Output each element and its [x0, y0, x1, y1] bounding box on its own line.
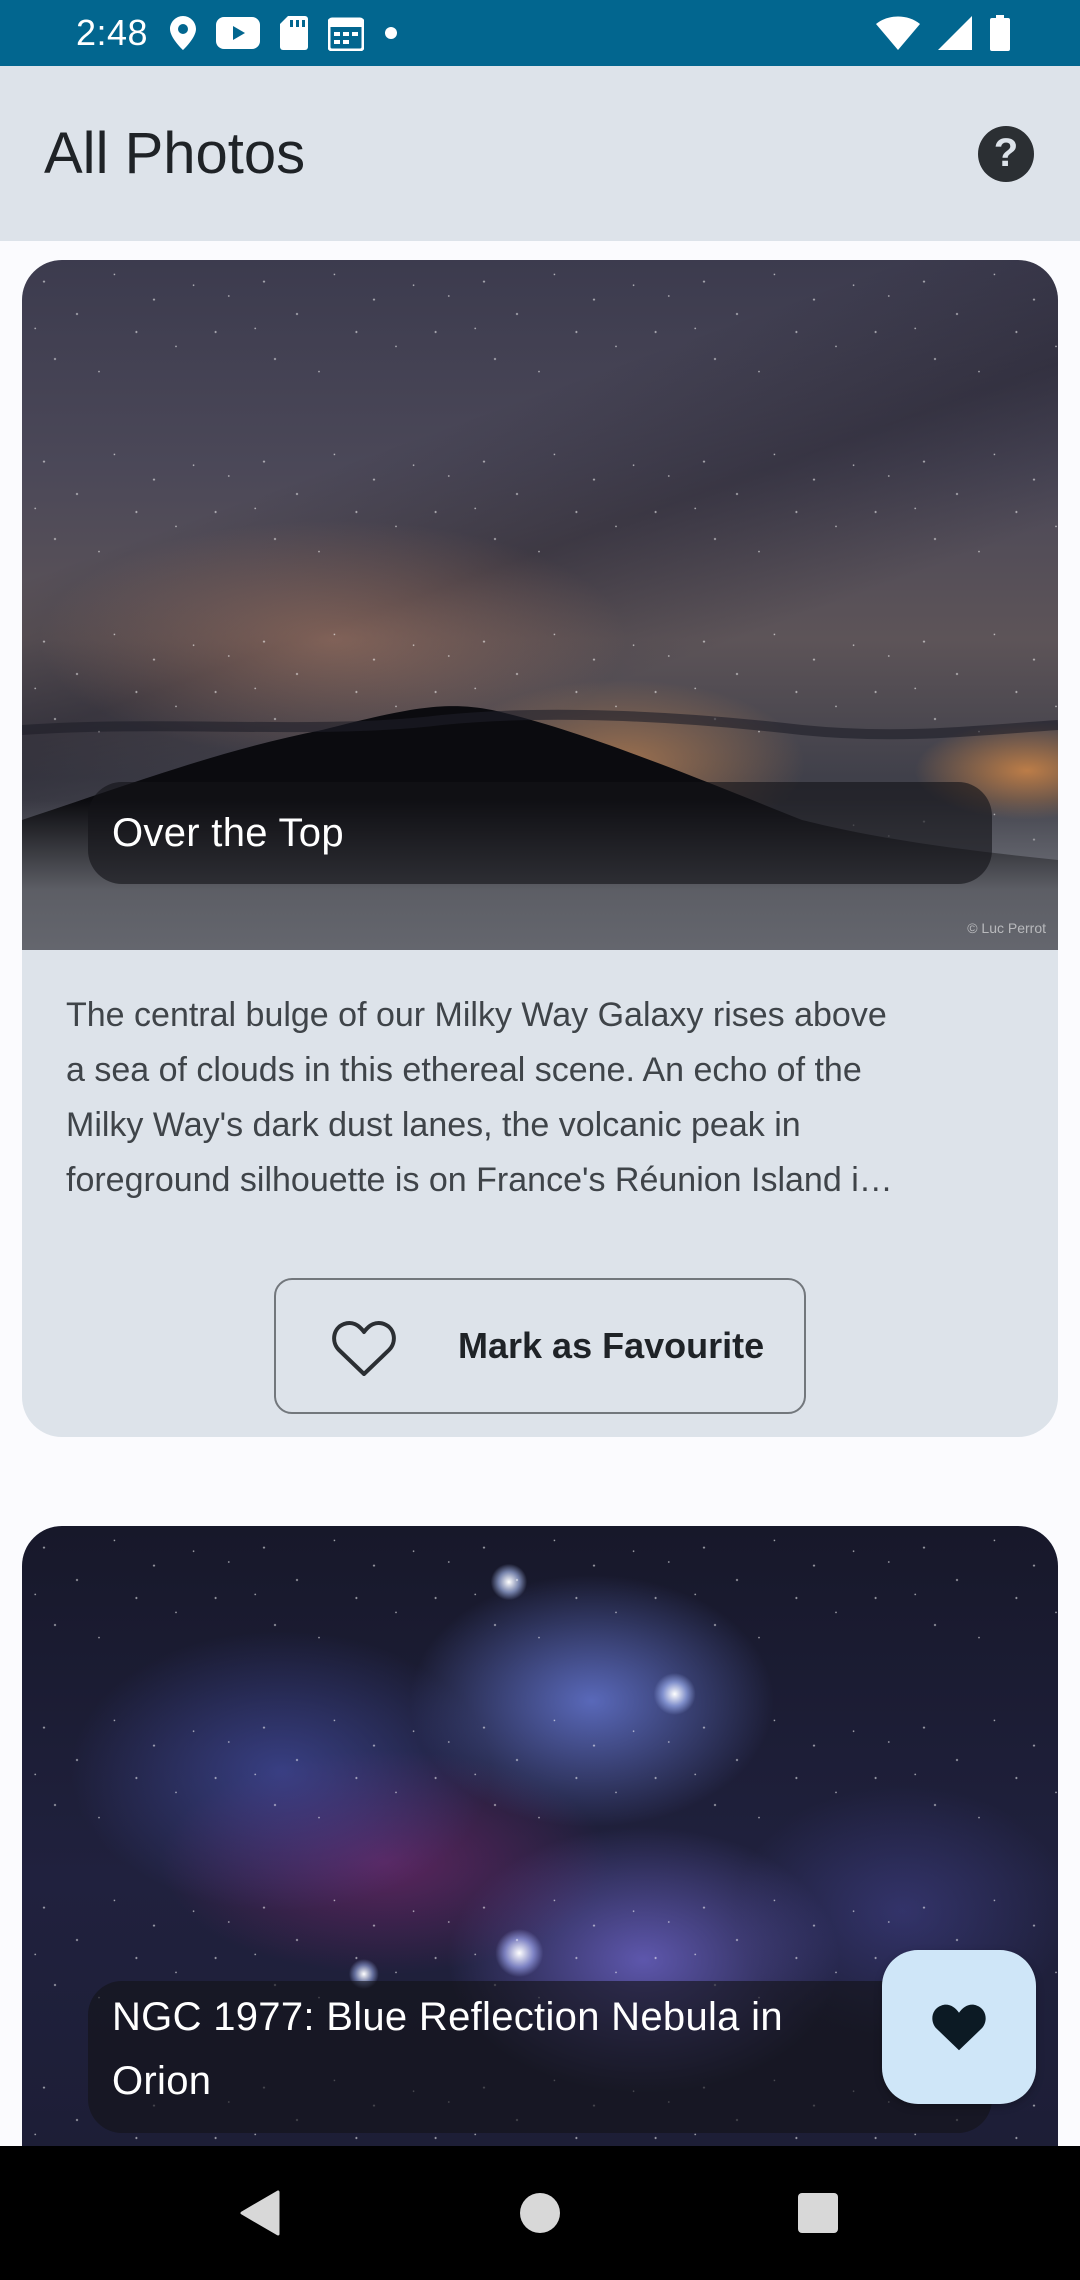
youtube-icon — [216, 17, 261, 49]
location-icon — [170, 16, 197, 50]
home-icon — [520, 2193, 560, 2233]
home-button[interactable] — [480, 2146, 600, 2280]
description-line: The central bulge of our Milky Way Galax… — [66, 996, 887, 1034]
app-bar: All Photos ? — [0, 66, 1080, 241]
description-line: foreground silhouette is on France's Réu… — [66, 1161, 893, 1199]
heart-filled-icon — [932, 2004, 986, 2051]
page-title: All Photos — [44, 121, 306, 186]
mark-as-favourite-label: Mark as Favourite — [458, 1325, 765, 1366]
photo-card[interactable]: © Luc Perrot Over the Top The central bu… — [22, 260, 1058, 1437]
status-time: 2:48 — [76, 12, 149, 53]
signal-icon — [938, 16, 972, 50]
notification-icons — [170, 15, 398, 51]
photo-card[interactable]: NGC 1977: Blue Reflection Nebula in Orio… — [22, 1526, 1058, 2226]
description-line: a sea of clouds in this ethereal scene. … — [66, 1051, 862, 1089]
calendar-icon — [328, 17, 365, 51]
recents-button[interactable] — [758, 2146, 878, 2280]
status-bar: 2:48 — [0, 0, 1080, 66]
help-icon: ? — [993, 131, 1019, 175]
help-button[interactable]: ? — [978, 125, 1034, 182]
description-line: Milky Way's dark dust lanes, the volcani… — [66, 1106, 801, 1144]
photo-image[interactable]: NGC 1977: Blue Reflection Nebula in Orio… — [22, 1526, 1058, 2226]
dot-icon — [385, 27, 398, 39]
photo-credit: © Luc Perrot — [967, 920, 1046, 936]
photo-title-line: Orion — [112, 2059, 212, 2103]
photo-image[interactable]: © Luc Perrot Over the Top — [22, 260, 1058, 950]
navigation-bar — [0, 2146, 1080, 2280]
favourites-fab[interactable] — [882, 1950, 1036, 2104]
photo-title: Over the Top — [88, 782, 992, 884]
heart-outline-icon — [332, 1321, 396, 1376]
photo-title: NGC 1977: Blue Reflection Nebula in Orio… — [88, 1981, 992, 2133]
status-left: 2:48 — [76, 12, 398, 54]
photo-title-line: NGC 1977: Blue Reflection Nebula in — [112, 1995, 783, 2039]
mark-as-favourite-button[interactable]: Mark as Favourite — [274, 1278, 806, 1414]
back-icon — [240, 2190, 280, 2236]
sd-card-icon — [280, 16, 309, 50]
photo-title-text: Over the Top — [112, 811, 344, 855]
battery-icon — [990, 15, 1010, 51]
back-button[interactable] — [200, 2146, 320, 2280]
wifi-icon — [876, 16, 920, 50]
status-right — [876, 15, 1010, 51]
photo-description: The central bulge of our Milky Way Galax… — [66, 988, 1036, 1208]
recents-icon — [798, 2193, 838, 2233]
